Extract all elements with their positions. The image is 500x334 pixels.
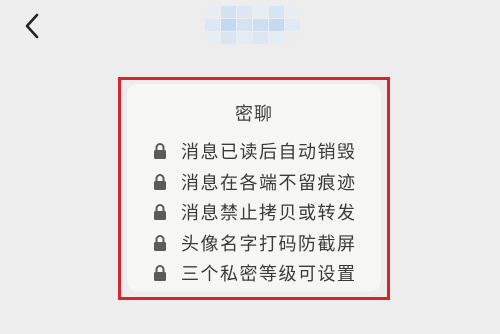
feature-item: 消息禁止拷贝或转发 bbox=[153, 197, 357, 228]
feature-item: 消息已读后自动销毁 bbox=[153, 136, 357, 167]
lock-icon bbox=[154, 143, 166, 160]
feature-item: 消息在各端不留痕迹 bbox=[153, 167, 357, 198]
feature-text: 消息禁止拷贝或转发 bbox=[181, 203, 357, 225]
feature-text: 三个私密等级可设置 bbox=[181, 264, 357, 286]
back-button[interactable] bbox=[14, 8, 50, 44]
lock-icon bbox=[154, 234, 166, 251]
feature-text: 消息已读后自动销毁 bbox=[181, 142, 357, 164]
card-title: 密聊 bbox=[235, 104, 273, 125]
feature-item: 三个私密等级可设置 bbox=[153, 258, 357, 289]
highlight-box: 密聊 消息已读后自动销毁 消息在各端不留痕迹 消息禁止拷贝或转发 头像名字打码防… bbox=[118, 77, 390, 300]
feature-text: 消息在各端不留痕迹 bbox=[181, 172, 357, 194]
secret-chat-card: 密聊 消息已读后自动销毁 消息在各端不留痕迹 消息禁止拷贝或转发 头像名字打码防… bbox=[127, 84, 381, 291]
chevron-left-icon bbox=[25, 13, 39, 39]
feature-list: 消息已读后自动销毁 消息在各端不留痕迹 消息禁止拷贝或转发 头像名字打码防截屏 … bbox=[153, 136, 357, 289]
lock-icon bbox=[154, 204, 166, 221]
feature-item: 头像名字打码防截屏 bbox=[153, 228, 357, 259]
top-bar bbox=[0, 0, 500, 52]
lock-icon bbox=[154, 173, 166, 190]
lock-icon bbox=[154, 265, 166, 282]
pixelated-contact-name bbox=[205, 6, 300, 44]
feature-text: 头像名字打码防截屏 bbox=[181, 233, 357, 255]
